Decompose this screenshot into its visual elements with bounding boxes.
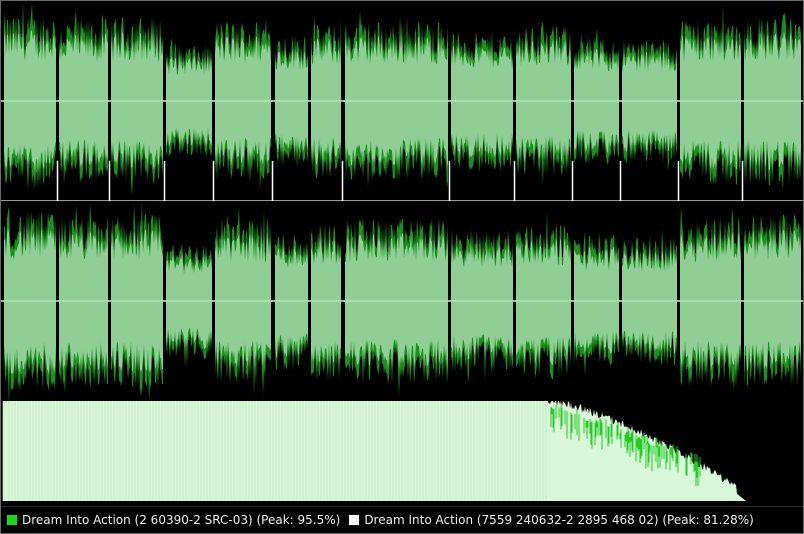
- white-square-icon: [348, 514, 361, 526]
- legend-item-track2: Dream Into Action (7559 240632-2 2895 46…: [348, 513, 754, 527]
- histogram-tail: [548, 401, 746, 501]
- histogram-flat-region: [3, 401, 548, 501]
- legend-label-track2: Dream Into Action (7559 240632-2 2895 46…: [364, 513, 754, 527]
- amplitude-histogram: [2, 401, 746, 501]
- legend-label-track1: Dream Into Action (2 60390-2 SRC-03) (Pe…: [22, 513, 341, 527]
- track-marker-lines: [56, 161, 744, 201]
- waveform-view[interactable]: [1, 1, 803, 506]
- left-channel-waveform: [1, 2, 803, 196]
- right-channel-waveform: [1, 202, 803, 405]
- green-square-icon: [6, 514, 18, 526]
- legend-bar: Dream Into Action (2 60390-2 SRC-03) (Pe…: [1, 506, 803, 533]
- waveform-comparison-window: Dream Into Action (2 60390-2 SRC-03) (Pe…: [0, 0, 804, 534]
- legend-item-track1: Dream Into Action (2 60390-2 SRC-03) (Pe…: [6, 513, 340, 527]
